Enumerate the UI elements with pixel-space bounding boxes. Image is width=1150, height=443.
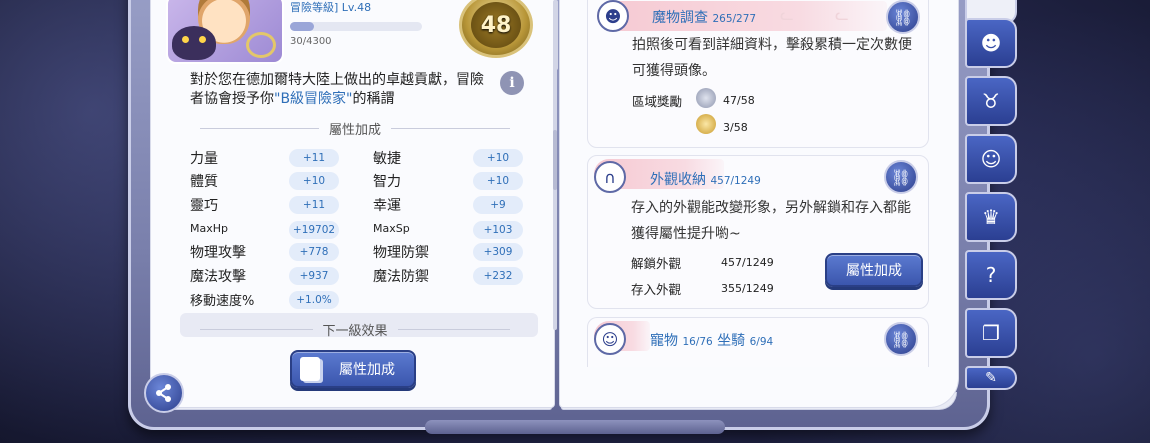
- stat-value: +1.0%: [289, 291, 339, 309]
- appearance-link-button[interactable]: ⛓: [884, 160, 918, 194]
- stat-value: +778: [289, 243, 339, 261]
- horns-icon: ∩: [594, 161, 626, 193]
- stat-label: 體質: [190, 174, 218, 190]
- monster-survey-count: 265/277: [712, 13, 757, 25]
- attribute-bonus-button-label: 屬性加成: [339, 362, 395, 378]
- description-suffix: 的稱謂: [352, 91, 395, 107]
- side-tab-quest[interactable]: ?: [965, 250, 1017, 300]
- stat-value: +19702: [289, 221, 339, 239]
- stat-label: 物理攻擊: [190, 245, 246, 261]
- appearance-bonus-button-label: 屬性加成: [846, 263, 902, 279]
- exp-text: 30/4300: [290, 36, 332, 47]
- cat-watermark-icon: ᓚ: [780, 5, 794, 24]
- badge-icon: ✎: [985, 370, 997, 386]
- rank-description: 對於您在德加爾特大陸上做出的卓越貢獻，冒險者協會授予你"B級冒險家"的稱謂: [190, 71, 490, 109]
- area-reward-gold: 3/58: [723, 121, 748, 134]
- stat-value: +10: [473, 149, 523, 167]
- stat-label: 智力: [373, 174, 401, 190]
- stat-label: 魔法攻擊: [190, 269, 246, 285]
- stat-value: +11: [289, 196, 339, 214]
- link-icon: ⛓: [890, 167, 912, 187]
- exp-bar-fill: [290, 22, 314, 31]
- player-avatar[interactable]: [166, 0, 284, 64]
- avatar-ring-icon: [246, 32, 276, 58]
- side-tab-book[interactable]: ❐: [965, 308, 1017, 358]
- side-tab-monster[interactable]: ☻: [965, 18, 1017, 68]
- side-tab-pet[interactable]: ☺: [965, 134, 1017, 184]
- unlock-appearance-label: 解鎖外觀: [631, 256, 682, 271]
- monster-cat-icon: ☻: [597, 0, 629, 32]
- appearance-title-text: 外觀收納: [650, 172, 706, 188]
- stat-label: 物理防禦: [373, 245, 429, 261]
- cat-watermark-icon: ᓚ: [835, 5, 849, 24]
- pet-mount-title: 寵物 16/76 坐騎 6/94: [650, 330, 773, 350]
- link-icon: ⛓: [890, 329, 912, 349]
- head-question-icon: ?: [985, 263, 997, 287]
- share-icon: [156, 384, 171, 402]
- next-level-heading: 下一級效果: [190, 320, 520, 339]
- share-button[interactable]: [144, 373, 184, 413]
- area-reward-label: 區域獎勵: [632, 94, 683, 109]
- pet-link-button[interactable]: ⛓: [884, 322, 918, 356]
- next-level-label: 下一級效果: [322, 323, 388, 339]
- adventure-level-title: 冒險等級] Lv.48: [290, 1, 372, 14]
- chef-hat-icon: ♛: [982, 205, 1000, 229]
- stat-label: 靈巧: [190, 198, 218, 214]
- appearance-count: 457/1249: [710, 175, 761, 187]
- stat-label: 幸運: [373, 198, 401, 214]
- stat-value: +10: [289, 172, 339, 190]
- attributes-heading: 屬性加成: [190, 119, 520, 138]
- attributes-heading-label: 屬性加成: [329, 122, 382, 138]
- open-book-icon: ❐: [982, 321, 1000, 345]
- appearance-title: 外觀收納 457/1249: [650, 169, 761, 189]
- exp-bar: [290, 22, 422, 31]
- pet-face-icon: ☺: [980, 147, 1002, 171]
- stored-appearance-label: 存入外觀: [631, 282, 682, 297]
- pet-count: 16/76: [682, 336, 713, 348]
- book-spine: [425, 420, 725, 434]
- monster-survey-title-text: 魔物調查: [652, 10, 708, 26]
- stat-label: MaxSp: [373, 222, 410, 235]
- stat-label: 移動速度%: [190, 294, 255, 309]
- right-scrollbar-track[interactable]: [554, 0, 558, 70]
- side-tab-cooking[interactable]: ♛: [965, 192, 1017, 242]
- cat-face-icon: ☻: [980, 31, 1002, 55]
- stat-value: +10: [473, 172, 523, 190]
- stat-value: +232: [473, 267, 523, 285]
- stat-label: 敏捷: [373, 151, 401, 167]
- mount-title-text: 坐騎: [717, 333, 746, 349]
- stored-appearance-value: 355/1249: [721, 282, 774, 295]
- pet-face-icon: ☺: [594, 323, 626, 355]
- stat-label: MaxHp: [190, 222, 228, 235]
- book-icon: [300, 357, 320, 381]
- monster-survey-title: 魔物調查 265/277: [652, 7, 756, 27]
- info-icon[interactable]: i: [500, 71, 524, 95]
- pet-title-text: 寵物: [650, 333, 678, 349]
- medal-level-number: 48: [471, 2, 521, 48]
- appearance-bonus-button[interactable]: 屬性加成: [825, 253, 923, 287]
- attribute-bonus-button[interactable]: 屬性加成: [290, 350, 416, 388]
- unlock-appearance-value: 457/1249: [721, 256, 774, 269]
- side-tab-appearance[interactable]: ♉: [965, 76, 1017, 126]
- area-reward-silver: 47/58: [723, 94, 755, 107]
- mount-count: 6/94: [749, 336, 774, 348]
- appearance-text: 存入的外觀能改變形象，另外解鎖和存入都能獲得屬性提升喲~: [631, 200, 911, 242]
- stat-value: +309: [473, 243, 523, 261]
- avatar-cat-icon: [172, 26, 216, 60]
- left-scrollbar-thumb[interactable]: [553, 130, 557, 190]
- stat-value: +937: [289, 267, 339, 285]
- silver-badge-icon: [696, 88, 716, 108]
- monster-survey-link-button[interactable]: ⛓: [886, 0, 920, 34]
- side-tab-badge[interactable]: ✎: [965, 366, 1017, 390]
- stat-label: 力量: [190, 151, 218, 167]
- rank-title-highlight: "B級冒險家": [274, 91, 353, 107]
- stat-value: +11: [289, 149, 339, 167]
- link-icon: ⛓: [892, 7, 914, 27]
- stat-label: 魔法防禦: [373, 269, 429, 285]
- monster-survey-text: 拍照後可看到詳細資料，擊殺累積一定次數便可獲得頭像。: [632, 37, 912, 79]
- stat-value: +9: [473, 196, 523, 214]
- horns-icon: ♉: [982, 89, 1000, 113]
- gold-badge-icon: [696, 114, 716, 134]
- stat-value: +103: [473, 221, 523, 239]
